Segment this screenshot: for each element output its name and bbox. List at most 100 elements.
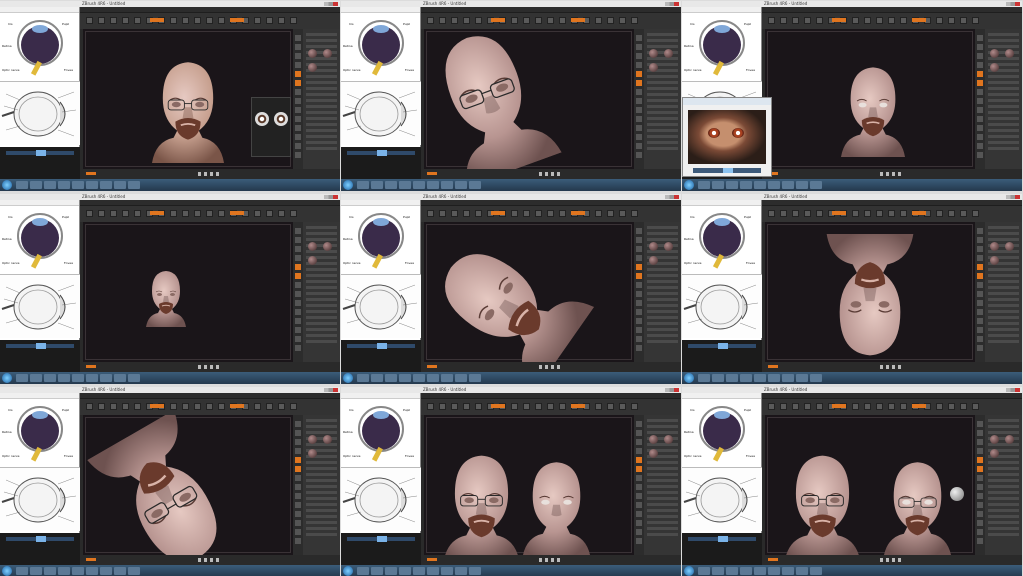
tool-button[interactable]	[194, 17, 201, 24]
tool-button[interactable]	[206, 210, 213, 217]
shelf-button[interactable]	[977, 309, 983, 315]
tray-row[interactable]	[988, 39, 1019, 42]
taskbar-app-icon[interactable]	[72, 567, 84, 575]
shelf-button[interactable]	[977, 336, 983, 342]
tool-button[interactable]	[134, 17, 141, 24]
tray-row[interactable]	[306, 274, 337, 277]
shelf-button[interactable]	[295, 448, 301, 454]
material-swatch[interactable]	[308, 242, 317, 251]
shelf-button[interactable]	[636, 300, 642, 306]
tray-row[interactable]	[647, 147, 678, 150]
shelf-button[interactable]	[636, 430, 642, 436]
viewport-canvas[interactable]	[765, 415, 975, 555]
tool-button[interactable]	[206, 17, 213, 24]
taskbar-app-icon[interactable]	[455, 374, 467, 382]
shelf-button[interactable]	[977, 125, 983, 131]
shelf-button[interactable]	[977, 520, 983, 526]
taskbar-app-icon[interactable]	[72, 374, 84, 382]
tray-row[interactable]	[647, 93, 678, 96]
material-swatch[interactable]	[664, 242, 673, 251]
tray-row[interactable]	[306, 503, 337, 506]
shelf-button[interactable]	[295, 44, 301, 50]
tray-row[interactable]	[988, 485, 1019, 488]
taskbar-app-icon[interactable]	[413, 374, 425, 382]
tool-button[interactable]	[900, 17, 907, 24]
shelf-button[interactable]	[977, 421, 983, 427]
taskbar-app-icon[interactable]	[698, 567, 710, 575]
taskbar-app-icon[interactable]	[357, 181, 369, 189]
shelf-button[interactable]	[977, 98, 983, 104]
taskbar-app-icon[interactable]	[413, 567, 425, 575]
tool-button[interactable]	[900, 210, 907, 217]
tray-row[interactable]	[988, 310, 1019, 313]
window-controls[interactable]	[324, 2, 338, 6]
tool-button[interactable]	[451, 403, 458, 410]
shelf-button[interactable]	[977, 475, 983, 481]
timeline-marker[interactable]	[86, 558, 96, 561]
tool-button[interactable]	[547, 403, 554, 410]
tray-row[interactable]	[306, 81, 337, 84]
active-tool-indicator[interactable]	[491, 404, 505, 408]
window-controls[interactable]	[1006, 195, 1020, 199]
tray-row[interactable]	[306, 467, 337, 470]
shelf-button[interactable]	[977, 80, 983, 86]
tray-row[interactable]	[647, 479, 678, 482]
taskbar-app-icon[interactable]	[128, 567, 140, 575]
tool-button[interactable]	[511, 17, 518, 24]
shelf-button[interactable]	[295, 107, 301, 113]
shelf-button[interactable]	[977, 89, 983, 95]
start-orb-icon[interactable]	[2, 180, 12, 190]
tray-row[interactable]	[306, 268, 337, 271]
tool-button[interactable]	[278, 210, 285, 217]
tool-button[interactable]	[535, 403, 542, 410]
tray-row[interactable]	[988, 238, 1019, 241]
shelf-button[interactable]	[295, 511, 301, 517]
taskbar-app-icon[interactable]	[810, 567, 822, 575]
shelf-button[interactable]	[977, 71, 983, 77]
tool-button[interactable]	[607, 17, 614, 24]
taskbar-app-icon[interactable]	[740, 181, 752, 189]
popup-nav-handle[interactable]	[723, 168, 733, 173]
tool-button[interactable]	[852, 210, 859, 217]
shelf-button[interactable]	[295, 430, 301, 436]
tool-button[interactable]	[559, 403, 566, 410]
material-swatch[interactable]	[990, 63, 999, 72]
tray-row[interactable]	[647, 232, 678, 235]
tray-row[interactable]	[306, 304, 337, 307]
tray-row[interactable]	[988, 340, 1019, 343]
material-swatch[interactable]	[990, 256, 999, 265]
tray-row[interactable]	[647, 33, 678, 36]
shelf-button[interactable]	[295, 538, 301, 544]
tool-button[interactable]	[463, 210, 470, 217]
tool-button[interactable]	[888, 403, 895, 410]
shelf-button[interactable]	[636, 538, 642, 544]
tray-row[interactable]	[306, 232, 337, 235]
taskbar-app-icon[interactable]	[72, 181, 84, 189]
shelf-button[interactable]	[295, 457, 301, 463]
shelf-button[interactable]	[977, 143, 983, 149]
taskbar-app-icon[interactable]	[114, 181, 126, 189]
shelf-button[interactable]	[636, 89, 642, 95]
taskbar-app-icon[interactable]	[399, 181, 411, 189]
tool-button[interactable]	[523, 17, 530, 24]
tray-row[interactable]	[988, 111, 1019, 114]
shelf-button[interactable]	[295, 439, 301, 445]
shelf-button[interactable]	[977, 228, 983, 234]
shelf-button[interactable]	[977, 246, 983, 252]
material-swatch[interactable]	[990, 242, 999, 251]
window-controls[interactable]	[1006, 388, 1020, 392]
tray-row[interactable]	[988, 322, 1019, 325]
tray-row[interactable]	[647, 75, 678, 78]
active-tool-indicator[interactable]	[491, 18, 505, 22]
tool-button[interactable]	[511, 210, 518, 217]
tool-button[interactable]	[110, 210, 117, 217]
taskbar-app-icon[interactable]	[810, 181, 822, 189]
tray-row[interactable]	[647, 304, 678, 307]
tool-button[interactable]	[607, 210, 614, 217]
tray-row[interactable]	[647, 515, 678, 518]
tool-button[interactable]	[595, 17, 602, 24]
tray-row[interactable]	[988, 298, 1019, 301]
tool-button[interactable]	[122, 403, 129, 410]
tool-button[interactable]	[427, 210, 434, 217]
material-swatch[interactable]	[649, 256, 658, 265]
